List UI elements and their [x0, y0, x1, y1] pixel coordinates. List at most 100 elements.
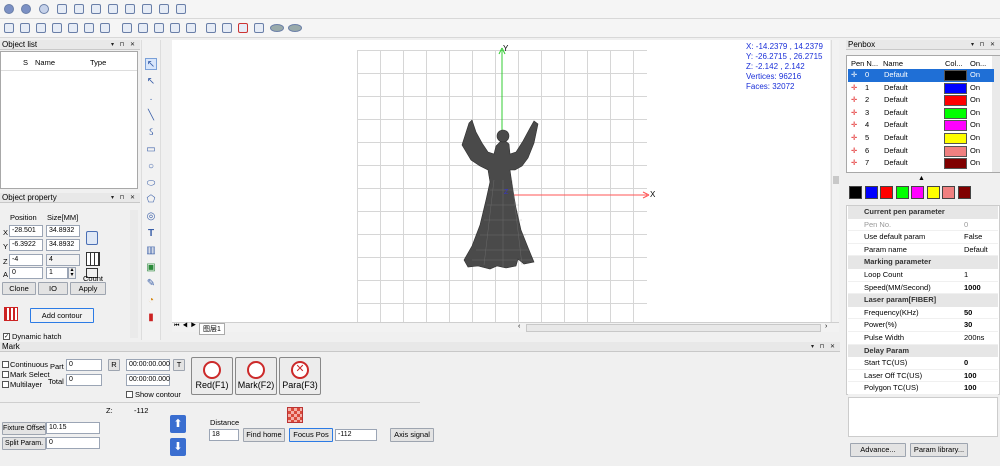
panel-controls-icon[interactable]: ▾ ⊓ ✕: [111, 193, 137, 203]
ungroup-icon[interactable]: [254, 23, 264, 33]
fixture-offset-button[interactable]: Fixture Offset: [2, 422, 46, 435]
advanced-button[interactable]: Advance...: [850, 443, 906, 457]
select-arrow-icon[interactable]: ↖: [145, 58, 157, 70]
eye-icon[interactable]: [288, 24, 302, 32]
curve-icon[interactable]: ઽ: [145, 127, 157, 139]
x-input[interactable]: -28.501: [9, 225, 43, 237]
point-icon[interactable]: ·: [145, 94, 157, 106]
param-frequency-value[interactable]: 50: [964, 307, 972, 320]
panel-controls-icon[interactable]: ▾ ⊓ ✕: [971, 40, 997, 50]
drawing-canvas[interactable]: Y X Z X: -14.2379 , 14.2379 Y: -26.2715 …: [172, 40, 830, 322]
pen-on-state[interactable]: On: [970, 132, 980, 145]
clone-button[interactable]: Clone: [2, 282, 36, 295]
pen-row[interactable]: ✛ 5 Default On: [848, 132, 994, 145]
target-icon[interactable]: [287, 407, 303, 423]
add-contour-button[interactable]: Add contour: [30, 308, 94, 323]
group-icon[interactable]: [222, 23, 232, 33]
canvas-vscroll-thumb[interactable]: [833, 176, 839, 184]
ungroup-icon[interactable]: [238, 23, 248, 33]
circle-blue-icon[interactable]: [4, 4, 14, 14]
a-input[interactable]: 0: [9, 267, 43, 279]
palette-swatch[interactable]: [926, 186, 940, 199]
pen-on-state[interactable]: On: [970, 69, 980, 82]
align-icon[interactable]: [20, 23, 30, 33]
reset-part-button[interactable]: R: [108, 359, 120, 371]
move-down-icon[interactable]: ⬇: [170, 438, 186, 456]
count-spinner-icon[interactable]: ▴ ▾: [68, 267, 76, 279]
polygon-icon[interactable]: ⬠: [145, 194, 157, 206]
param-pen-no-value[interactable]: 0: [964, 219, 968, 232]
image-icon[interactable]: ▣: [145, 262, 157, 274]
eye-icon[interactable]: [270, 24, 284, 32]
apply-button[interactable]: Apply: [70, 282, 106, 295]
distribute-icon[interactable]: [138, 23, 148, 33]
depth-input[interactable]: 4: [46, 254, 80, 266]
pen-row[interactable]: ✛ 1 Default On: [848, 82, 994, 95]
pen-color-swatch[interactable]: [944, 107, 967, 119]
distribute-icon[interactable]: [122, 23, 132, 33]
group-icon[interactable]: [206, 23, 216, 33]
palette-swatch[interactable]: [957, 186, 971, 199]
para-button[interactable]: ✕ Para(F3): [279, 357, 321, 395]
param-pulse-width-value[interactable]: 200ns: [964, 332, 984, 345]
pen-row[interactable]: ✛ 6 Default On: [848, 145, 994, 158]
canvas-vscroll[interactable]: [831, 40, 839, 322]
count-input[interactable]: 1: [46, 267, 68, 279]
split-param-input[interactable]: 0: [46, 437, 100, 449]
total-input[interactable]: 0: [66, 374, 102, 386]
pen-color-swatch[interactable]: [944, 145, 967, 157]
pen-on-state[interactable]: On: [970, 107, 980, 120]
pen-row[interactable]: ✛ 0 Default On: [848, 69, 994, 82]
reset-time-button[interactable]: T: [173, 359, 185, 371]
part-input[interactable]: 0: [66, 359, 102, 371]
focus-pos-button[interactable]: Focus Pos: [289, 428, 333, 442]
circle-blue-icon[interactable]: [21, 4, 31, 14]
circle-icon[interactable]: ○: [145, 161, 157, 173]
pen-on-state[interactable]: On: [970, 145, 980, 158]
pen-on-state[interactable]: On: [970, 119, 980, 132]
palette-swatch[interactable]: [895, 186, 909, 199]
z-input[interactable]: -4: [9, 254, 43, 266]
param-power-value[interactable]: 30: [964, 319, 972, 332]
height-input[interactable]: 34.8932: [46, 239, 80, 251]
pen-row[interactable]: ✛ 7 Default On: [848, 157, 994, 170]
scroll-right-icon[interactable]: ›: [825, 323, 827, 330]
param-start-tc-value[interactable]: 0: [964, 357, 968, 370]
align-icon[interactable]: [36, 23, 46, 33]
palette-swatch[interactable]: [942, 186, 955, 199]
move-up-icon[interactable]: ⬆: [170, 415, 186, 433]
spiral-icon[interactable]: ◎: [145, 211, 157, 223]
find-home-button[interactable]: Find home: [243, 428, 285, 442]
rectangle-icon[interactable]: ▭: [145, 144, 157, 156]
pen-color-swatch[interactable]: [944, 133, 967, 144]
palette-swatch[interactable]: [849, 186, 862, 199]
distribute-icon[interactable]: [170, 23, 180, 33]
pen-color-swatch[interactable]: [944, 120, 967, 132]
pen-on-state[interactable]: On: [970, 157, 980, 170]
show-contour-checkbox[interactable]: [126, 391, 133, 398]
palette-swatch[interactable]: [911, 186, 924, 199]
align-icon[interactable]: [4, 23, 14, 33]
pen-on-state[interactable]: On: [970, 94, 980, 107]
param-laser-off-tc-value[interactable]: 100: [964, 370, 977, 383]
align-icon[interactable]: [52, 23, 62, 33]
barcode-icon[interactable]: ▥: [145, 245, 157, 257]
fixture-offset-input[interactable]: 10.15: [46, 422, 100, 434]
dynamic-hatch-checkbox[interactable]: ✓: [3, 333, 10, 340]
vector-file-icon[interactable]: ✎: [145, 278, 157, 290]
mark-button[interactable]: Mark(F2): [235, 357, 277, 395]
pen-scroll-up-icon[interactable]: ▲: [918, 175, 925, 182]
y-input[interactable]: -6.3922: [9, 239, 43, 251]
node-edit-icon[interactable]: ↖: [145, 76, 157, 88]
scroll-left-icon[interactable]: ‹: [518, 323, 520, 330]
align-icon[interactable]: [84, 23, 94, 33]
layer-icon[interactable]: [57, 4, 67, 14]
palette-swatch[interactable]: [864, 186, 878, 199]
param-use-default-value[interactable]: False: [964, 231, 982, 244]
multilayer-checkbox[interactable]: [2, 381, 9, 388]
pen-color-swatch[interactable]: [944, 95, 967, 107]
object-list[interactable]: S Name Type: [0, 51, 138, 189]
width-input[interactable]: 34.8932: [46, 225, 80, 237]
red-button[interactable]: Red(F1): [191, 357, 233, 395]
pen-row[interactable]: ✛ 2 Default On: [848, 94, 994, 107]
